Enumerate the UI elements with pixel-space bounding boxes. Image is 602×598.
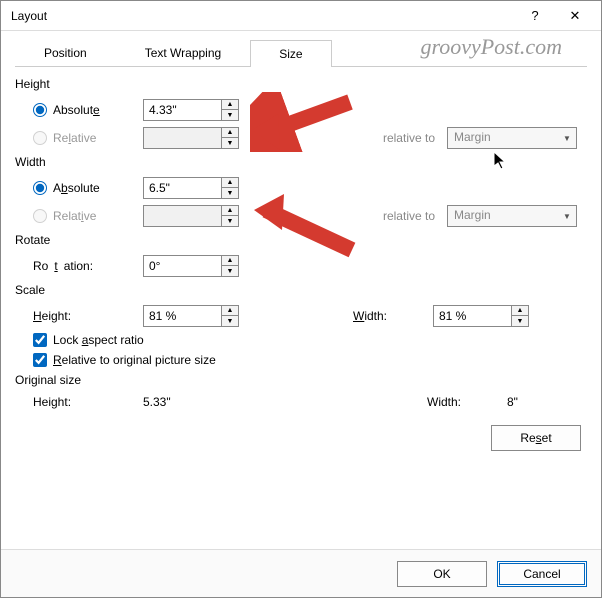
height-relative-label: Relative [53, 131, 96, 145]
close-button[interactable]: ✕ [555, 2, 595, 30]
height-absolute-row: Absolute ▲ ▼ [15, 99, 587, 121]
height-absolute-input[interactable] [143, 99, 221, 121]
scale-width-label: Width: [353, 309, 433, 323]
height-relative-row: Relative ▲ ▼ relative to Margin ▼ [15, 127, 587, 149]
scale-width-input[interactable] [433, 305, 511, 327]
tab-bar: Position Text Wrapping Size [15, 39, 587, 67]
height-relative-to-label: relative to [327, 131, 447, 145]
width-absolute-radio[interactable] [33, 181, 47, 195]
scale-row: Height: ▲ ▼ Width: ▲ ▼ [15, 305, 587, 327]
original-row: Height: 5.33" Width: 8" [15, 395, 587, 409]
rotate-section-label: Rotate [15, 233, 587, 247]
tab-text-wrapping[interactable]: Text Wrapping [116, 39, 250, 66]
width-absolute-input[interactable] [143, 177, 221, 199]
spinner-down-icon[interactable]: ▼ [222, 266, 238, 276]
original-height-label: Height: [33, 395, 143, 409]
rotation-row: Rotation: ▲ ▼ [15, 255, 587, 277]
height-relative-spinner: ▲ ▼ [143, 127, 239, 149]
rotation-spinner[interactable]: ▲ ▼ [143, 255, 239, 277]
scale-width-spinner[interactable]: ▲ ▼ [433, 305, 529, 327]
relative-original-row: Relative to original picture size [15, 353, 587, 367]
spinner-down-icon: ▼ [222, 216, 238, 226]
chevron-down-icon: ▼ [558, 128, 576, 148]
width-relative-spinner: ▲ ▼ [143, 205, 239, 227]
width-relative-radio [33, 209, 47, 223]
dialog-content: Position Text Wrapping Size Height Absol… [1, 31, 601, 549]
spinner-up-icon: ▲ [222, 128, 238, 138]
original-width-label: Width: [427, 395, 507, 409]
spinner-down-icon[interactable]: ▼ [222, 110, 238, 120]
height-absolute-radio[interactable] [33, 103, 47, 117]
lock-aspect-checkbox[interactable] [33, 333, 47, 347]
spinner-down-icon[interactable]: ▼ [222, 188, 238, 198]
width-relative-to-value: Margin [448, 206, 558, 226]
width-absolute-row: Absolute ▲ ▼ [15, 177, 587, 199]
dialog-footer: OK Cancel [1, 549, 601, 597]
spinner-up-icon[interactable]: ▲ [222, 100, 238, 110]
original-section-label: Original size [15, 373, 587, 387]
width-relative-to-label: relative to [327, 209, 447, 223]
height-section-label: Height [15, 77, 587, 91]
width-section-label: Width [15, 155, 587, 169]
original-height-value: 5.33" [143, 395, 273, 409]
spinner-down-icon[interactable]: ▼ [222, 316, 238, 326]
lock-aspect-label: Lock aspect ratio [53, 333, 144, 347]
dialog-title: Layout [11, 9, 515, 23]
width-relative-to-dropdown: Margin ▼ [447, 205, 577, 227]
relative-original-checkbox[interactable] [33, 353, 47, 367]
chevron-down-icon: ▼ [558, 206, 576, 226]
scale-height-spinner[interactable]: ▲ ▼ [143, 305, 239, 327]
scale-height-label: Height: [33, 309, 143, 323]
height-relative-to-dropdown: Margin ▼ [447, 127, 577, 149]
rotation-label: Rotation: [33, 259, 143, 273]
height-relative-radio [33, 131, 47, 145]
width-absolute-spinner[interactable]: ▲ ▼ [143, 177, 239, 199]
width-relative-label: Relative [53, 209, 96, 223]
height-relative-to-value: Margin [448, 128, 558, 148]
spinner-down-icon[interactable]: ▼ [512, 316, 528, 326]
tab-size[interactable]: Size [250, 40, 331, 67]
relative-original-label: Relative to original picture size [53, 353, 216, 367]
titlebar: Layout ? ✕ [1, 1, 601, 31]
spinner-up-icon[interactable]: ▲ [222, 306, 238, 316]
help-button[interactable]: ? [515, 2, 555, 30]
spinner-up-icon[interactable]: ▲ [512, 306, 528, 316]
layout-dialog: Layout ? ✕ groovyPost.com Position Text … [0, 0, 602, 598]
spinner-up-icon[interactable]: ▲ [222, 256, 238, 266]
original-width-value: 8" [507, 395, 587, 409]
tab-position[interactable]: Position [15, 39, 116, 66]
scale-section-label: Scale [15, 283, 587, 297]
rotation-input[interactable] [143, 255, 221, 277]
cancel-button[interactable]: Cancel [497, 561, 587, 587]
spinner-down-icon: ▼ [222, 138, 238, 148]
width-absolute-label: Absolute [53, 181, 100, 195]
lock-aspect-row: Lock aspect ratio [15, 333, 587, 347]
height-relative-input [143, 127, 221, 149]
ok-button[interactable]: OK [397, 561, 487, 587]
width-relative-row: Relative ▲ ▼ relative to Margin ▼ [15, 205, 587, 227]
reset-button[interactable]: Reset [491, 425, 581, 451]
width-relative-input [143, 205, 221, 227]
scale-height-input[interactable] [143, 305, 221, 327]
height-absolute-spinner[interactable]: ▲ ▼ [143, 99, 239, 121]
spinner-up-icon[interactable]: ▲ [222, 178, 238, 188]
spinner-up-icon: ▲ [222, 206, 238, 216]
height-absolute-label: Absolute [53, 103, 100, 117]
